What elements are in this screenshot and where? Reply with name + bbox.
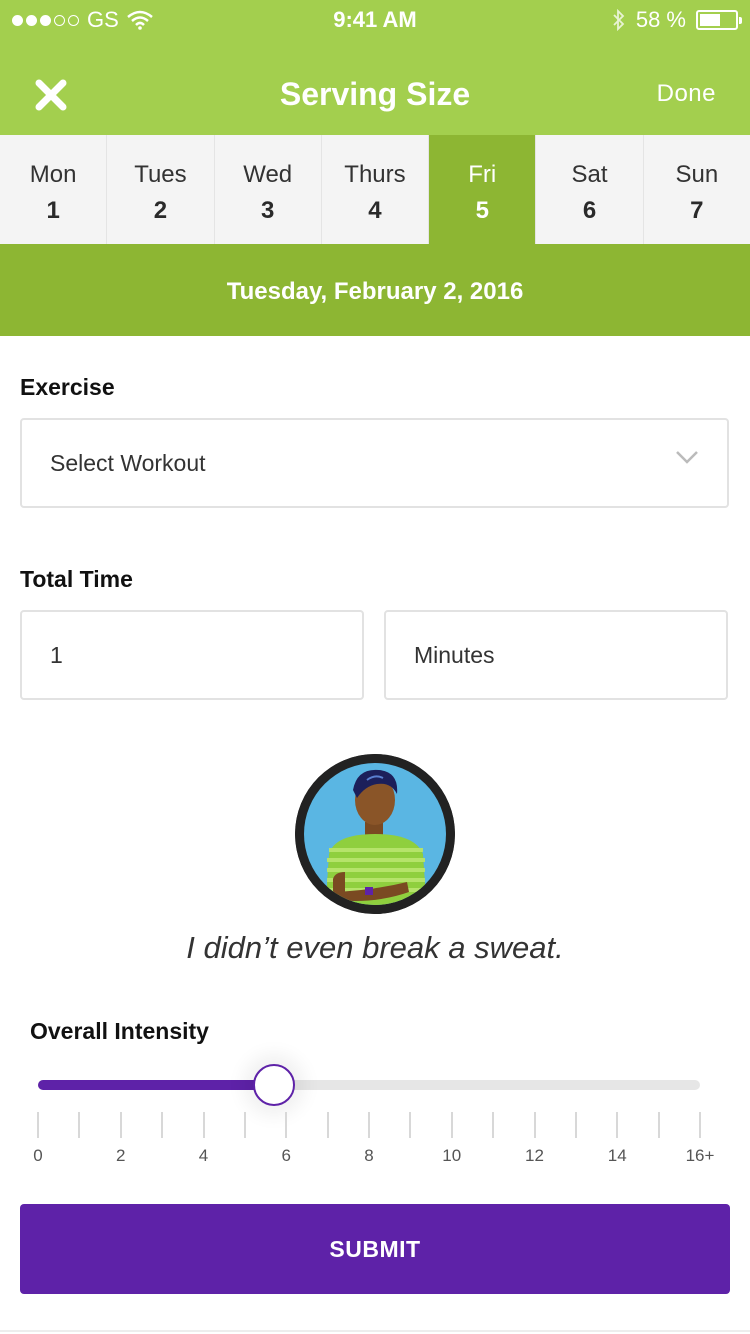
- intensity-label: Overall Intensity: [30, 1018, 209, 1044]
- time-value-input[interactable]: 1: [20, 610, 364, 700]
- total-time-label: Total Time: [20, 566, 133, 592]
- day-number: 4: [368, 197, 382, 224]
- close-button[interactable]: [26, 70, 76, 120]
- status-right: 58 %: [612, 7, 742, 33]
- day-tab-sun[interactable]: Sun 7: [643, 135, 750, 244]
- day-tab-sat[interactable]: Sat 6: [536, 135, 643, 244]
- day-selector: Mon 1 Tues 2 Wed 3 Thurs 4 Fri 5 Sat 6 Sun 7: [0, 135, 750, 244]
- slider-tick-label: 2: [116, 1146, 126, 1165]
- slider-tick: [285, 1112, 288, 1138]
- slider-tick: [368, 1112, 370, 1138]
- slider-tick: [657, 1112, 660, 1138]
- day-name: Tues: [134, 161, 187, 188]
- day-name: Fri: [468, 161, 497, 188]
- time-unit: Minutes: [414, 641, 495, 668]
- slider-tick: [243, 1112, 246, 1138]
- slider-tick: [326, 1112, 329, 1138]
- intensity-slider-fill: [38, 1080, 274, 1090]
- person-illustration: [295, 754, 455, 914]
- day-tab-wed[interactable]: Wed 3: [214, 135, 321, 244]
- day-number: 1: [46, 197, 60, 224]
- day-name: Sat: [571, 161, 608, 188]
- slider-tick-label: 4: [198, 1146, 209, 1165]
- slider-tick-label: 6: [281, 1146, 291, 1165]
- slider-tick-label: 0: [33, 1146, 43, 1165]
- nav-bar: Serving Size Done: [0, 40, 750, 135]
- slider-tick: [37, 1112, 39, 1138]
- slider-tick: [78, 1112, 81, 1138]
- exercise-label: Exercise: [20, 374, 115, 400]
- slider-tick: [450, 1112, 453, 1138]
- time-value: 1: [50, 641, 63, 668]
- slider-tick-label: 12: [525, 1146, 544, 1165]
- slider-tick-label: 16+: [685, 1146, 715, 1165]
- slider-tick: [574, 1112, 577, 1138]
- day-name: Sun: [675, 161, 719, 188]
- intensity-slider-thumb[interactable]: [252, 1064, 295, 1106]
- day-tab-mon[interactable]: Mon 1: [0, 135, 107, 244]
- slider-tick: [161, 1112, 164, 1138]
- day-number: 2: [153, 197, 168, 224]
- slider-tick-label: 8: [364, 1146, 374, 1165]
- slider-tick-label: 14: [607, 1146, 627, 1165]
- slider-tick-label: 10: [442, 1146, 462, 1165]
- workout-select[interactable]: Select Workout: [20, 418, 729, 508]
- workout-select-value: Select Workout: [50, 449, 206, 476]
- slider-tick: [409, 1112, 412, 1138]
- intensity-slider-track[interactable]: [38, 1080, 700, 1090]
- slider-tick: [533, 1112, 536, 1138]
- day-number: 7: [690, 197, 704, 224]
- day-number: 3: [261, 197, 275, 224]
- day-tab-thurs[interactable]: Thurs 4: [321, 135, 429, 244]
- day-name: Thurs: [344, 161, 406, 188]
- time-unit-select[interactable]: Minutes: [384, 610, 728, 700]
- divider: [0, 1330, 750, 1332]
- selected-date: Tuesday, February 2, 2016: [0, 244, 750, 336]
- day-number: 6: [582, 197, 597, 224]
- submit-button[interactable]: SUBMIT: [20, 1204, 730, 1294]
- day-name: Wed: [243, 161, 293, 188]
- day-tab-fri[interactable]: Fri 5: [429, 135, 536, 244]
- battery-icon: [696, 10, 742, 30]
- day-name: Mon: [29, 161, 77, 188]
- slider-tick: [492, 1112, 495, 1138]
- done-button[interactable]: Done: [657, 80, 716, 108]
- battery-percent: 58 %: [635, 7, 686, 32]
- avatar: [295, 754, 455, 914]
- status-bar: GS 9:41 AM 58 %: [0, 0, 750, 40]
- slider-tick: [699, 1112, 701, 1138]
- day-number: 5: [475, 197, 489, 224]
- header: GS 9:41 AM 58 % Serving Size Done: [0, 0, 750, 135]
- slider-tick: [616, 1112, 619, 1138]
- bluetooth-icon: [613, 9, 625, 31]
- slider-tick: [202, 1112, 205, 1138]
- page-title: Serving Size: [279, 76, 471, 112]
- slider-tick: [119, 1112, 122, 1138]
- feedback-quote: I didn’t even break a sweat.: [186, 930, 564, 965]
- chevron-down-icon: [676, 451, 698, 464]
- close-icon: [35, 79, 67, 111]
- day-tab-tues[interactable]: Tues 2: [107, 135, 214, 244]
